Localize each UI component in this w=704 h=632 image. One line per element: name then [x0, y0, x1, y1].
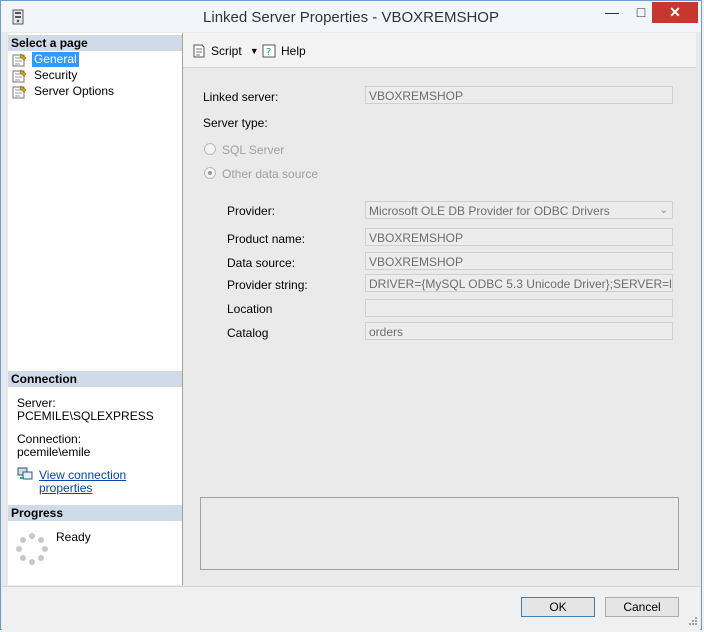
- linked-server-field[interactable]: VBOXREMSHOP: [365, 86, 673, 104]
- minimize-button[interactable]: —: [599, 2, 625, 23]
- page-wrench-icon: [12, 68, 27, 82]
- page-item-label: Security: [34, 68, 78, 82]
- data-source-field[interactable]: VBOXREMSHOP: [365, 252, 673, 270]
- help-icon: ?: [262, 44, 276, 58]
- product-name-field[interactable]: VBOXREMSHOP: [365, 228, 673, 246]
- dialog-window: Linked Server Properties - VBOXREMSHOP —…: [0, 0, 702, 630]
- progress-header: Progress: [8, 505, 182, 521]
- provider-select[interactable]: Microsoft OLE DB Provider for ODBC Drive…: [365, 201, 673, 219]
- ok-button[interactable]: OK: [521, 597, 595, 617]
- page-item-label: General: [32, 52, 79, 67]
- script-button[interactable]: Script ▼: [191, 42, 259, 60]
- page-item-general[interactable]: General: [12, 52, 79, 67]
- help-label: Help: [281, 44, 306, 58]
- server-type-label: Server type:: [203, 116, 268, 130]
- progress-spinner-icon: [16, 533, 48, 565]
- help-button[interactable]: ? Help: [261, 42, 306, 60]
- maximize-button[interactable]: □: [628, 2, 654, 23]
- catalog-label: Catalog: [227, 326, 269, 340]
- provider-string-field[interactable]: DRIVER={MySQL ODBC 5.3 Unicode Driver};S…: [365, 274, 673, 292]
- resize-grip-icon[interactable]: [686, 616, 698, 628]
- chevron-down-icon: ⌄: [659, 205, 668, 216]
- cancel-button[interactable]: Cancel: [605, 597, 679, 617]
- title-bar[interactable]: Linked Server Properties - VBOXREMSHOP —…: [1, 1, 701, 32]
- page-item-server-options[interactable]: Server Options: [12, 84, 116, 99]
- script-label: Script: [211, 44, 242, 58]
- dropdown-arrow-icon[interactable]: ▼: [250, 46, 259, 56]
- other-data-source-radio[interactable]: [204, 167, 216, 179]
- progress-status: Ready: [56, 530, 91, 544]
- product-name-label: Product name:: [227, 232, 306, 246]
- location-label: Location: [227, 302, 273, 316]
- connection-properties-icon: [17, 467, 33, 480]
- page-wrench-icon: [12, 84, 27, 98]
- button-bar: OK Cancel: [2, 586, 700, 630]
- toolbar: Script ▼ ? Help: [183, 33, 696, 68]
- page-wrench-icon: [12, 52, 27, 66]
- view-connection-properties-link[interactable]: View connection properties: [39, 469, 182, 495]
- sql-server-radio[interactable]: [204, 143, 216, 155]
- data-source-label: Data source:: [227, 256, 296, 270]
- provider-string-label: Provider string:: [227, 278, 308, 292]
- catalog-field[interactable]: orders: [365, 322, 673, 340]
- connection-header: Connection: [8, 371, 182, 387]
- provider-select-value: Microsoft OLE DB Provider for ODBC Drive…: [369, 204, 610, 218]
- script-icon: [193, 44, 205, 58]
- location-field[interactable]: [365, 299, 673, 317]
- provider-label: Provider:: [227, 204, 276, 218]
- page-item-label: Server Options: [34, 84, 115, 98]
- linked-server-label: Linked server:: [203, 90, 279, 104]
- server-value: PCEMILE\SQLEXPRESS: [17, 409, 154, 423]
- window-title: Linked Server Properties - VBOXREMSHOP: [203, 9, 499, 26]
- left-pane: Select a page General Security Server Op…: [8, 33, 183, 585]
- select-page-header: Select a page: [8, 35, 182, 51]
- close-button[interactable]: ✕: [652, 2, 698, 23]
- page-item-security[interactable]: Security: [12, 68, 79, 83]
- message-box: [200, 497, 679, 570]
- sql-server-radio-label: SQL Server: [222, 143, 285, 157]
- svg-text:?: ?: [266, 47, 271, 58]
- other-data-source-radio-label: Other data source: [222, 167, 319, 181]
- connection-value: pcemile\emile: [17, 445, 91, 459]
